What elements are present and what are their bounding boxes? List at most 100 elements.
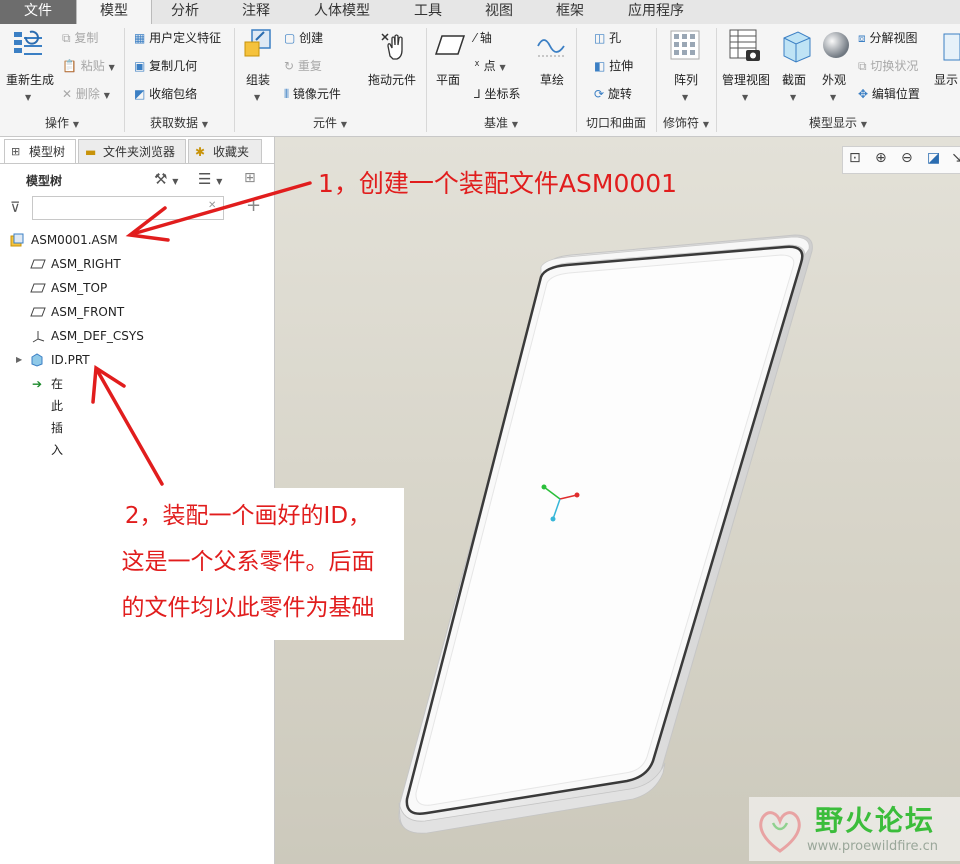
tree-columns-icon[interactable]: ☰ ▼	[198, 170, 222, 188]
axis-button[interactable]: ⁄ 轴	[474, 30, 492, 46]
plane-label: 平面	[436, 73, 461, 87]
point-button[interactable]: ᕁ 点 ▼	[474, 58, 506, 76]
extrude-label: 拉伸	[609, 59, 634, 73]
manage-views-dropdown-icon[interactable]: ▼	[742, 90, 748, 106]
csys-button[interactable]: ⅃ 坐标系	[474, 86, 521, 102]
csys-icon: ⅃	[474, 87, 481, 101]
tab-favorites[interactable]: ✱ 收藏夹	[188, 139, 262, 163]
tree-item-label: ASM0001.ASM	[31, 233, 118, 247]
hole-button[interactable]: ◫ 孔	[594, 30, 621, 46]
revolve-button[interactable]: ⟳ 旋转	[594, 86, 632, 102]
group-component[interactable]: 元件 ▼	[234, 114, 426, 132]
tab-file[interactable]: 文件	[0, 0, 76, 24]
drag-component-label: 拖动元件	[368, 73, 417, 87]
datum-plane-icon	[30, 307, 46, 317]
edit-position-button[interactable]: ✥ 编辑位置	[858, 86, 920, 102]
watermark: 野火论坛 www.proewildfire.cn	[749, 797, 960, 861]
section-icon	[783, 31, 811, 63]
pattern-icon	[670, 30, 700, 60]
copy-button[interactable]: ⧉ 复制	[62, 30, 98, 46]
revolve-icon: ⟳	[594, 87, 605, 101]
extrude-icon: ◧	[594, 59, 606, 73]
group-datum[interactable]: 基准 ▼	[426, 114, 576, 132]
tab-applications[interactable]: 应用程序	[606, 0, 706, 24]
create-button[interactable]: ▢ 创建	[284, 30, 323, 46]
delete-button[interactable]: ✕ 删除 ▼	[62, 86, 110, 104]
shrinkwrap-button[interactable]: ◩ 收缩包络	[134, 86, 197, 102]
add-filter-icon[interactable]: +	[246, 195, 261, 216]
mirror-icon: ⫴	[284, 87, 290, 101]
sketch-icon	[537, 39, 566, 57]
tab-framework[interactable]: 框架	[534, 0, 606, 24]
section-dropdown-icon[interactable]: ▼	[790, 90, 796, 106]
tab-annotate[interactable]: 注释	[220, 0, 292, 24]
orient-icon[interactable]: ↘	[951, 150, 960, 166]
copy-label: 复制	[74, 31, 99, 45]
repaint-icon[interactable]: ◪	[927, 150, 940, 166]
tree-tab-icon: ⊞	[11, 145, 21, 158]
assemble-dropdown-icon[interactable]: ▼	[254, 90, 260, 106]
toggle-state-button[interactable]: ⧉ 切换状况	[858, 58, 918, 74]
paste-button[interactable]: 📋 粘贴 ▼	[62, 58, 115, 76]
explode-view-button[interactable]: ⧈ 分解视图	[858, 30, 917, 46]
delete-label: 删除	[75, 87, 100, 101]
tree-settings-icon[interactable]: ⚒ ▼	[154, 170, 178, 188]
clear-search-icon[interactable]: ✕	[208, 200, 216, 211]
mirror-component-button[interactable]: ⫴ 镜像元件	[284, 86, 341, 102]
filter-icon: ⊽	[10, 200, 21, 216]
repeat-button[interactable]: ↻ 重复	[284, 58, 322, 74]
tab-view[interactable]: 视图	[464, 0, 534, 24]
regenerate-icon	[14, 30, 42, 55]
datum-plane-icon	[30, 259, 46, 269]
group-cut-surface[interactable]: 切口和曲面	[576, 114, 656, 132]
tab-analysis[interactable]: 分析	[150, 0, 220, 24]
regenerate-dropdown-icon[interactable]: ▼	[25, 90, 31, 106]
expand-arrow-icon[interactable]: ▶	[16, 349, 22, 371]
assemble-icon	[244, 29, 271, 57]
toggle-state-label: 切换状况	[870, 59, 919, 73]
tree-item-label: 在此插入	[51, 377, 64, 457]
tree-search-input[interactable]	[32, 196, 224, 220]
display-icon	[943, 33, 960, 61]
tab-folder-browser[interactable]: ▬ 文件夹浏览器	[78, 139, 186, 163]
tab-human-model[interactable]: 人体模型	[292, 0, 392, 24]
create-icon: ▢	[284, 31, 296, 45]
group-operations[interactable]: 操作 ▼	[0, 114, 124, 132]
zoom-in-icon[interactable]: ⊕	[875, 150, 887, 166]
annotation-create-assembly: 1，创建一个装配文件ASM0001	[318, 169, 678, 198]
appearance-dropdown-icon[interactable]: ▼	[830, 90, 836, 106]
hole-label: 孔	[609, 31, 622, 45]
csys-label: 坐标系	[484, 87, 521, 101]
group-modifiers[interactable]: 修饰符 ▼	[656, 114, 716, 132]
folder-icon: ▬	[85, 145, 97, 159]
watermark-logo-icon	[759, 811, 801, 853]
annotation-parent-part-box: 2，装配一个画好的ID， 这是一个父系零件。后面 的文件均以此零件为基础	[92, 488, 404, 640]
tab-model[interactable]: 模型	[76, 0, 152, 25]
axis-icon: ⁄	[474, 31, 477, 45]
model-tree-header: 模型树	[26, 174, 63, 188]
watermark-url: www.proewildfire.cn	[807, 839, 938, 854]
extrude-button[interactable]: ◧ 拉伸	[594, 58, 633, 74]
repeat-label: 重复	[297, 59, 322, 73]
shrinkwrap-icon: ◩	[134, 87, 146, 101]
tree-item-label: ASM_RIGHT	[51, 257, 121, 271]
zoom-out-icon[interactable]: ⊖	[901, 150, 913, 166]
copy-geometry-icon: ▣	[134, 59, 146, 73]
pattern-label: 阵列	[674, 73, 699, 87]
tab-tools[interactable]: 工具	[392, 0, 464, 24]
group-get-data[interactable]: 获取数据 ▼	[124, 114, 234, 132]
udf-button[interactable]: ▦ 用户定义特征	[134, 30, 221, 46]
manage-views-label: 管理视图	[722, 73, 771, 87]
group-model-display[interactable]: 模型显示 ▼	[716, 114, 960, 132]
pattern-dropdown-icon[interactable]: ▼	[682, 90, 688, 106]
point-label: 点	[483, 59, 496, 73]
axis-label: 轴	[479, 31, 492, 45]
appearance-label: 外观	[822, 73, 847, 87]
manage-views-icon	[729, 29, 760, 61]
tab-model-tree[interactable]: ⊞ 模型树	[4, 139, 76, 163]
refit-icon[interactable]: ⊡	[849, 150, 861, 166]
tree-filter-options-icon[interactable]: ⊞	[244, 170, 256, 186]
copy-geometry-button[interactable]: ▣ 复制几何	[134, 58, 197, 74]
sketch-label: 草绘	[540, 73, 565, 87]
explode-icon: ⧈	[858, 31, 866, 45]
